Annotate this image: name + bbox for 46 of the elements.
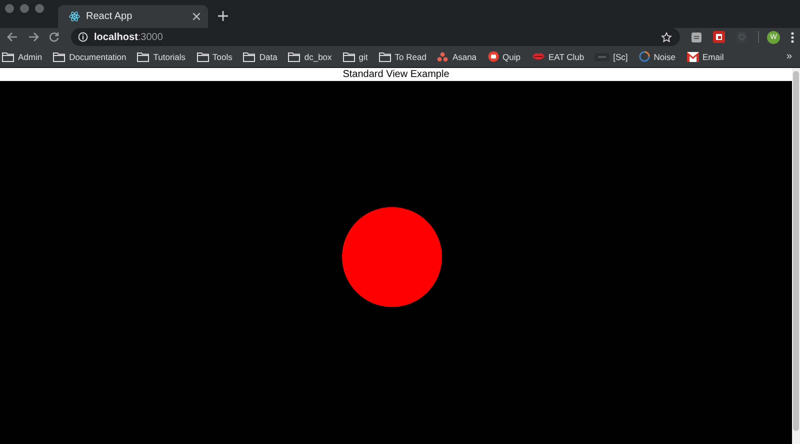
bookmark[interactable]: Noise [638, 51, 676, 62]
bookmark[interactable]: Email [686, 51, 724, 62]
scrollbar[interactable] [792, 68, 800, 444]
bookmark[interactable]: Quip [488, 51, 521, 62]
folder-icon [196, 52, 209, 62]
reload-icon[interactable] [49, 32, 59, 42]
address-bar[interactable]: localhost:3000 [71, 28, 680, 46]
bookmark[interactable]: Documentation [53, 51, 126, 62]
bookmark[interactable]: dc_box [288, 51, 332, 62]
folder-icon [53, 52, 66, 62]
folder-icon [342, 52, 355, 62]
folder-icon [243, 52, 256, 62]
bookmark[interactable]: [Sc] [595, 51, 628, 62]
badge-icon [488, 51, 499, 62]
ring-icon [638, 51, 650, 62]
bookmark[interactable]: Tools [196, 51, 232, 62]
dots-icon [437, 52, 448, 62]
star-icon[interactable] [661, 32, 672, 42]
extension-icon[interactable] [691, 32, 702, 42]
scrollbar-thumb[interactable] [793, 71, 799, 431]
lips-icon [532, 52, 545, 61]
bookmark[interactable]: Asana [437, 51, 477, 62]
folder-icon [137, 52, 150, 62]
bookmark[interactable]: EAT Club [532, 51, 584, 62]
folder-icon [2, 52, 14, 62]
atom-icon [69, 11, 80, 22]
bookmark[interactable]: Admin [2, 51, 42, 62]
bookmark[interactable]: To Read [378, 51, 426, 62]
url-port: :3000 [138, 32, 163, 42]
extension-icon[interactable] [713, 31, 725, 43]
envelope-icon [686, 52, 698, 62]
bookmark[interactable]: Data [243, 51, 278, 62]
url-host: localhost [94, 32, 138, 42]
close-icon[interactable] [193, 13, 200, 20]
bookmark[interactable]: git [342, 51, 368, 62]
info-icon[interactable] [78, 32, 88, 42]
tag-icon [595, 52, 610, 60]
back-icon[interactable] [7, 32, 18, 42]
folder-icon [288, 52, 300, 62]
browser-tab[interactable]: React App [58, 5, 208, 28]
folder-icon [378, 52, 391, 62]
more-bookmarks-button[interactable]: » [786, 51, 792, 62]
bookmark[interactable]: Tutorials [137, 51, 186, 62]
new-tab-icon[interactable] [218, 11, 228, 21]
menu-icon[interactable] [791, 32, 794, 42]
forward-icon[interactable] [28, 32, 39, 42]
